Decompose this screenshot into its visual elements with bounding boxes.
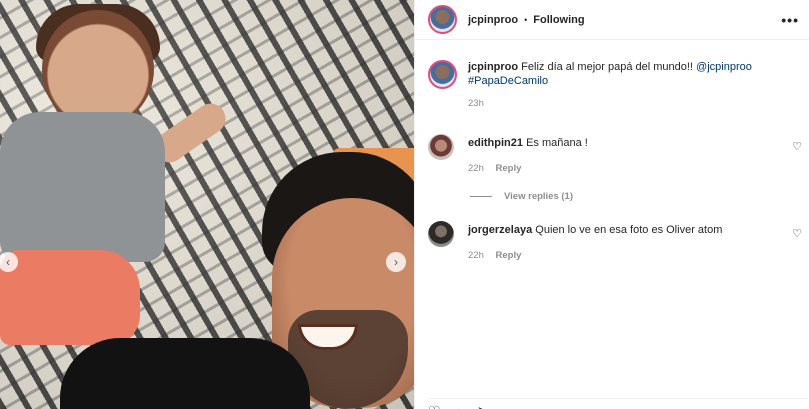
photo-child-face (42, 10, 154, 128)
reply-button[interactable]: Reply (496, 163, 522, 174)
comment-timestamp[interactable]: 22h (468, 250, 484, 261)
caption-mention-link[interactable]: @jcpinproo (696, 61, 752, 73)
heart-icon[interactable]: ♡ (792, 140, 802, 153)
reply-button[interactable]: Reply (496, 250, 522, 261)
view-replies-button[interactable]: View replies (1) (470, 191, 573, 202)
comment-body: jorgerzelaya Quien lo ve en esa foto es … (468, 221, 722, 263)
post-header: jcpinproo • Following ••• (415, 0, 809, 40)
comment-icon[interactable]: ○ (455, 401, 463, 409)
comment-meta: 22h Reply (468, 162, 588, 176)
post-photo[interactable]: ‹ › (0, 0, 414, 409)
caption-username[interactable]: jcpinproo (468, 61, 518, 73)
comment-timestamp[interactable]: 22h (468, 163, 484, 174)
caption-text: Feliz día al mejor papá del mundo!! (521, 61, 697, 73)
comment-username[interactable]: edithpin21 (468, 137, 523, 149)
heart-icon[interactable]: ♡ (428, 401, 441, 409)
post-caption: jcpinproo Feliz día al mejor papá del mu… (428, 60, 798, 111)
comment-meta: 22h Reply (468, 249, 722, 263)
photo-child-shirt (0, 112, 165, 262)
heart-icon[interactable]: ♡ (792, 227, 802, 240)
author-username[interactable]: jcpinproo (468, 14, 518, 26)
photo-man-shirt (60, 338, 310, 409)
comment-username[interactable]: jorgerzelaya (468, 224, 532, 236)
photo-child-shorts (0, 250, 140, 345)
author-avatar[interactable] (428, 5, 457, 34)
comment-item: edithpin21 Es mañana ! 22h Reply ♡ (428, 134, 808, 176)
separator-dot: • (524, 14, 528, 25)
comment-text: Quien lo ve en esa foto es Oliver atom (535, 224, 723, 236)
chevron-right-icon[interactable]: › (386, 252, 406, 272)
share-icon[interactable]: ➤ (477, 401, 489, 409)
caption-author-avatar[interactable] (428, 60, 457, 89)
replies-divider (470, 196, 492, 197)
follow-status-button[interactable]: Following (533, 14, 584, 26)
caption-timestamp[interactable]: 23h (468, 97, 752, 111)
post-side-panel: jcpinproo • Following ••• jcpinproo Feli… (414, 0, 809, 409)
caption-hashtag-link[interactable]: #PapaDeCamilo (468, 75, 548, 87)
commenter-avatar[interactable] (428, 134, 454, 160)
caption-body: jcpinproo Feliz día al mejor papá del mu… (468, 60, 752, 111)
post-actions-bar: ♡ ○ ➤ (428, 398, 808, 409)
commenter-avatar[interactable] (428, 221, 454, 247)
comment-text: Es mañana ! (526, 137, 588, 149)
view-replies-label: View replies (1) (504, 191, 573, 202)
comment-item: jorgerzelaya Quien lo ve en esa foto es … (428, 221, 808, 263)
more-options-icon[interactable]: ••• (781, 12, 799, 28)
comment-body: edithpin21 Es mañana ! 22h Reply (468, 134, 588, 176)
